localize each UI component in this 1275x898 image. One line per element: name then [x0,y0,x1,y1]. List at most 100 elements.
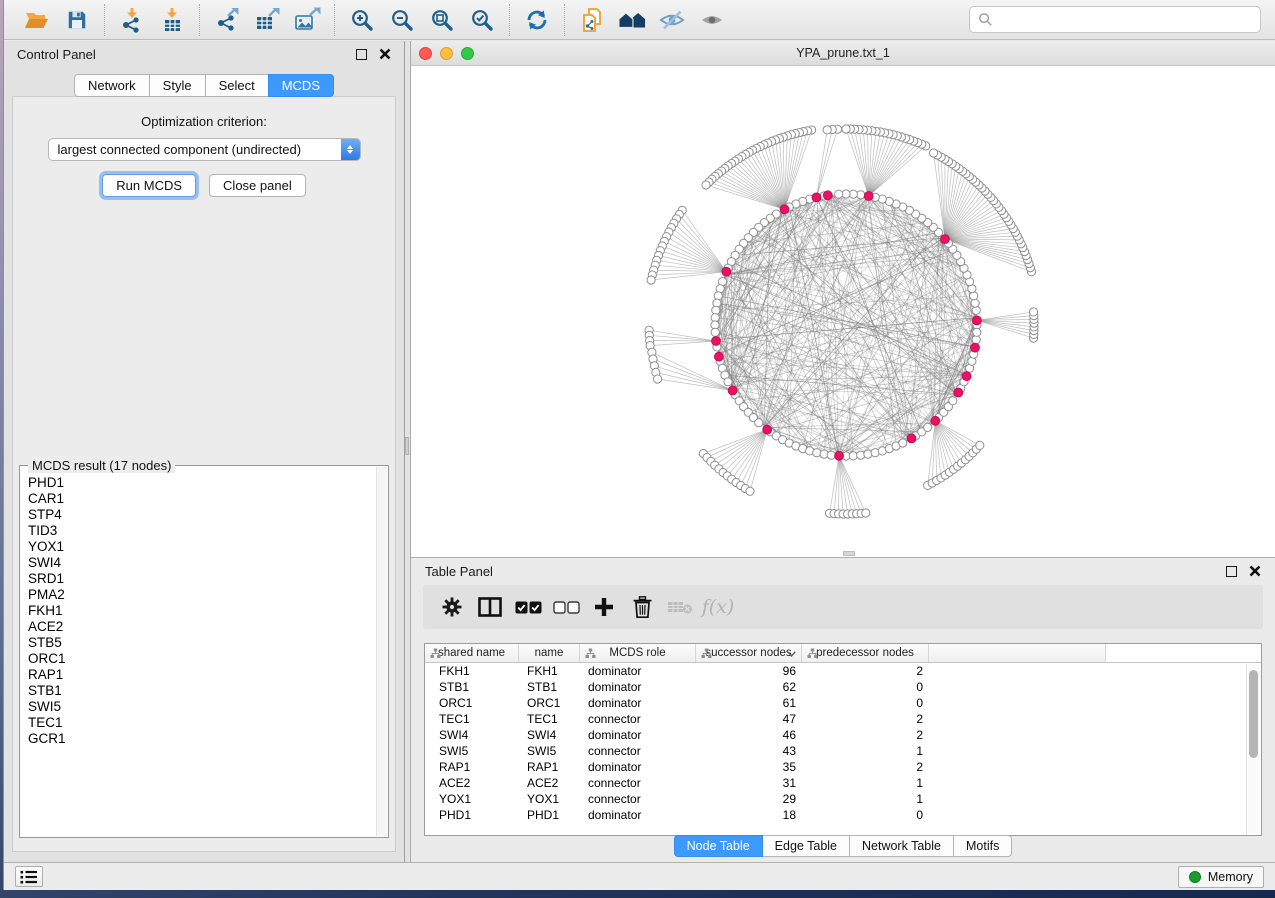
cell-shared-name[interactable]: FKH1 [425,664,519,678]
column-header[interactable]: predecessor nodes [802,644,929,662]
float-panel-icon[interactable] [356,49,367,60]
table-row[interactable]: TEC1TEC1connector472 [425,711,1261,727]
cell-name[interactable]: STB1 [519,680,580,694]
cell-shared-name[interactable]: RAP1 [425,760,519,774]
cell-mcds-role[interactable]: dominator [580,664,696,678]
graph-node[interactable] [711,328,719,336]
window-maximize-icon[interactable] [461,47,474,60]
window-minimize-icon[interactable] [440,47,453,60]
graph-mcds-hub-node[interactable] [835,451,844,460]
cell-name[interactable]: SWI4 [519,728,580,742]
zoom-selected-button[interactable] [468,6,496,34]
table-row[interactable]: STB1STB1dominator620 [425,679,1261,695]
horizontal-splitter-handle[interactable] [843,551,855,556]
cell-predecessor-nodes[interactable]: 0 [802,808,929,822]
cell-predecessor-nodes[interactable]: 0 [802,696,929,710]
cell-mcds-role[interactable]: dominator [580,760,696,774]
graph-node[interactable] [724,378,732,386]
graph-mcds-hub-node[interactable] [971,343,980,352]
tab-mcds[interactable]: MCDS [268,74,334,97]
tab-network[interactable]: Network [74,74,150,97]
import-network-button[interactable] [118,6,146,34]
hide-selection-button[interactable] [658,6,686,34]
export-table-button[interactable] [253,6,281,34]
cell-successor-nodes[interactable]: 62 [696,680,802,694]
mcds-node-item[interactable]: YOX1 [28,539,375,555]
mcds-node-item[interactable]: STB1 [28,683,375,699]
graph-leaf-node[interactable] [746,487,754,495]
cell-mcds-role[interactable]: connector [580,792,696,806]
cell-predecessor-nodes[interactable]: 1 [802,776,929,790]
optimization-criterion-select[interactable]: largest connected component (undirected) [48,138,361,161]
tab-select[interactable]: Select [205,74,269,97]
cell-predecessor-nodes[interactable]: 0 [802,680,929,694]
column-header[interactable]: name [519,644,580,662]
graph-mcds-hub-node[interactable] [931,416,940,425]
graph-node[interactable] [949,397,957,405]
graph-node[interactable] [714,292,722,300]
tab-edge-table[interactable]: Edge Table [762,835,850,857]
table-row[interactable]: FKH1FKH1dominator962 [425,663,1261,679]
mcds-node-item[interactable]: SRD1 [28,571,375,587]
memory-button[interactable]: Memory [1178,866,1264,888]
show-panels-menu-button[interactable] [15,866,43,887]
deselect-all-button[interactable] [547,589,585,625]
cell-name[interactable]: ORC1 [519,696,580,710]
mcds-list-scrollbar[interactable] [376,467,387,836]
graph-node[interactable] [924,423,932,431]
float-table-panel-icon[interactable] [1226,566,1237,577]
cell-predecessor-nodes[interactable]: 2 [802,664,929,678]
mcds-node-item[interactable]: SWI4 [28,555,375,571]
close-panel-button[interactable]: Close panel [209,174,306,197]
cell-successor-nodes[interactable]: 35 [696,760,802,774]
cell-shared-name[interactable]: ACE2 [425,776,519,790]
cell-mcds-role[interactable]: dominator [580,696,696,710]
zoom-out-button[interactable] [388,6,416,34]
open-session-button[interactable] [23,6,51,34]
import-table-button[interactable] [158,6,186,34]
splitter-handle[interactable] [405,437,409,455]
close-panel-icon[interactable] [379,48,391,60]
cell-mcds-role[interactable]: connector [580,776,696,790]
table-row[interactable]: SWI5SWI5connector431 [425,743,1261,759]
network-graph[interactable] [411,66,1275,557]
cell-mcds-role[interactable]: dominator [580,808,696,822]
graph-node[interactable] [827,451,835,459]
cell-mcds-role[interactable]: connector [580,744,696,758]
zoom-fit-button[interactable] [428,6,456,34]
tab-node-table[interactable]: Node Table [674,835,763,857]
graph-leaf-node[interactable] [1029,308,1037,316]
table-row[interactable]: ACE2ACE2connector311 [425,775,1261,791]
cell-name[interactable]: ACE2 [519,776,580,790]
graph-leaf-node[interactable] [654,375,662,383]
graph-mcds-hub-node[interactable] [715,352,724,361]
zoom-in-button[interactable] [348,6,376,34]
cell-predecessor-nodes[interactable]: 2 [802,728,929,742]
mcds-node-item[interactable]: RAP1 [28,667,375,683]
cell-shared-name[interactable]: SWI4 [425,728,519,742]
mcds-node-item[interactable]: PHD1 [28,475,375,491]
cell-shared-name[interactable]: PHD1 [425,808,519,822]
cell-successor-nodes[interactable]: 31 [696,776,802,790]
table-row[interactable]: YOX1YOX1connector291 [425,791,1261,807]
graph-mcds-hub-node[interactable] [712,337,721,346]
tab-motifs[interactable]: Motifs [953,835,1012,857]
graph-mcds-hub-node[interactable] [941,235,950,244]
graph-leaf-node[interactable] [842,125,850,133]
mcds-node-item[interactable]: FKH1 [28,603,375,619]
window-close-icon[interactable] [419,47,432,60]
table-row[interactable]: RAP1RAP1dominator352 [425,759,1261,775]
split-table-view-button[interactable] [471,589,509,625]
mcds-node-item[interactable]: PMA2 [28,587,375,603]
graph-leaf-node[interactable] [862,509,870,517]
mcds-node-item[interactable]: ORC1 [28,651,375,667]
cell-mcds-role[interactable]: dominator [580,680,696,694]
graph-node[interactable] [899,439,907,447]
export-image-button[interactable] [293,6,321,34]
mcds-node-item[interactable]: TEC1 [28,715,375,731]
column-header[interactable]: successor nodes [696,644,802,662]
cell-shared-name[interactable]: YOX1 [425,792,519,806]
cell-successor-nodes[interactable]: 61 [696,696,802,710]
mcds-node-item[interactable]: STP4 [28,507,375,523]
new-network-from-selection-button[interactable] [578,6,606,34]
